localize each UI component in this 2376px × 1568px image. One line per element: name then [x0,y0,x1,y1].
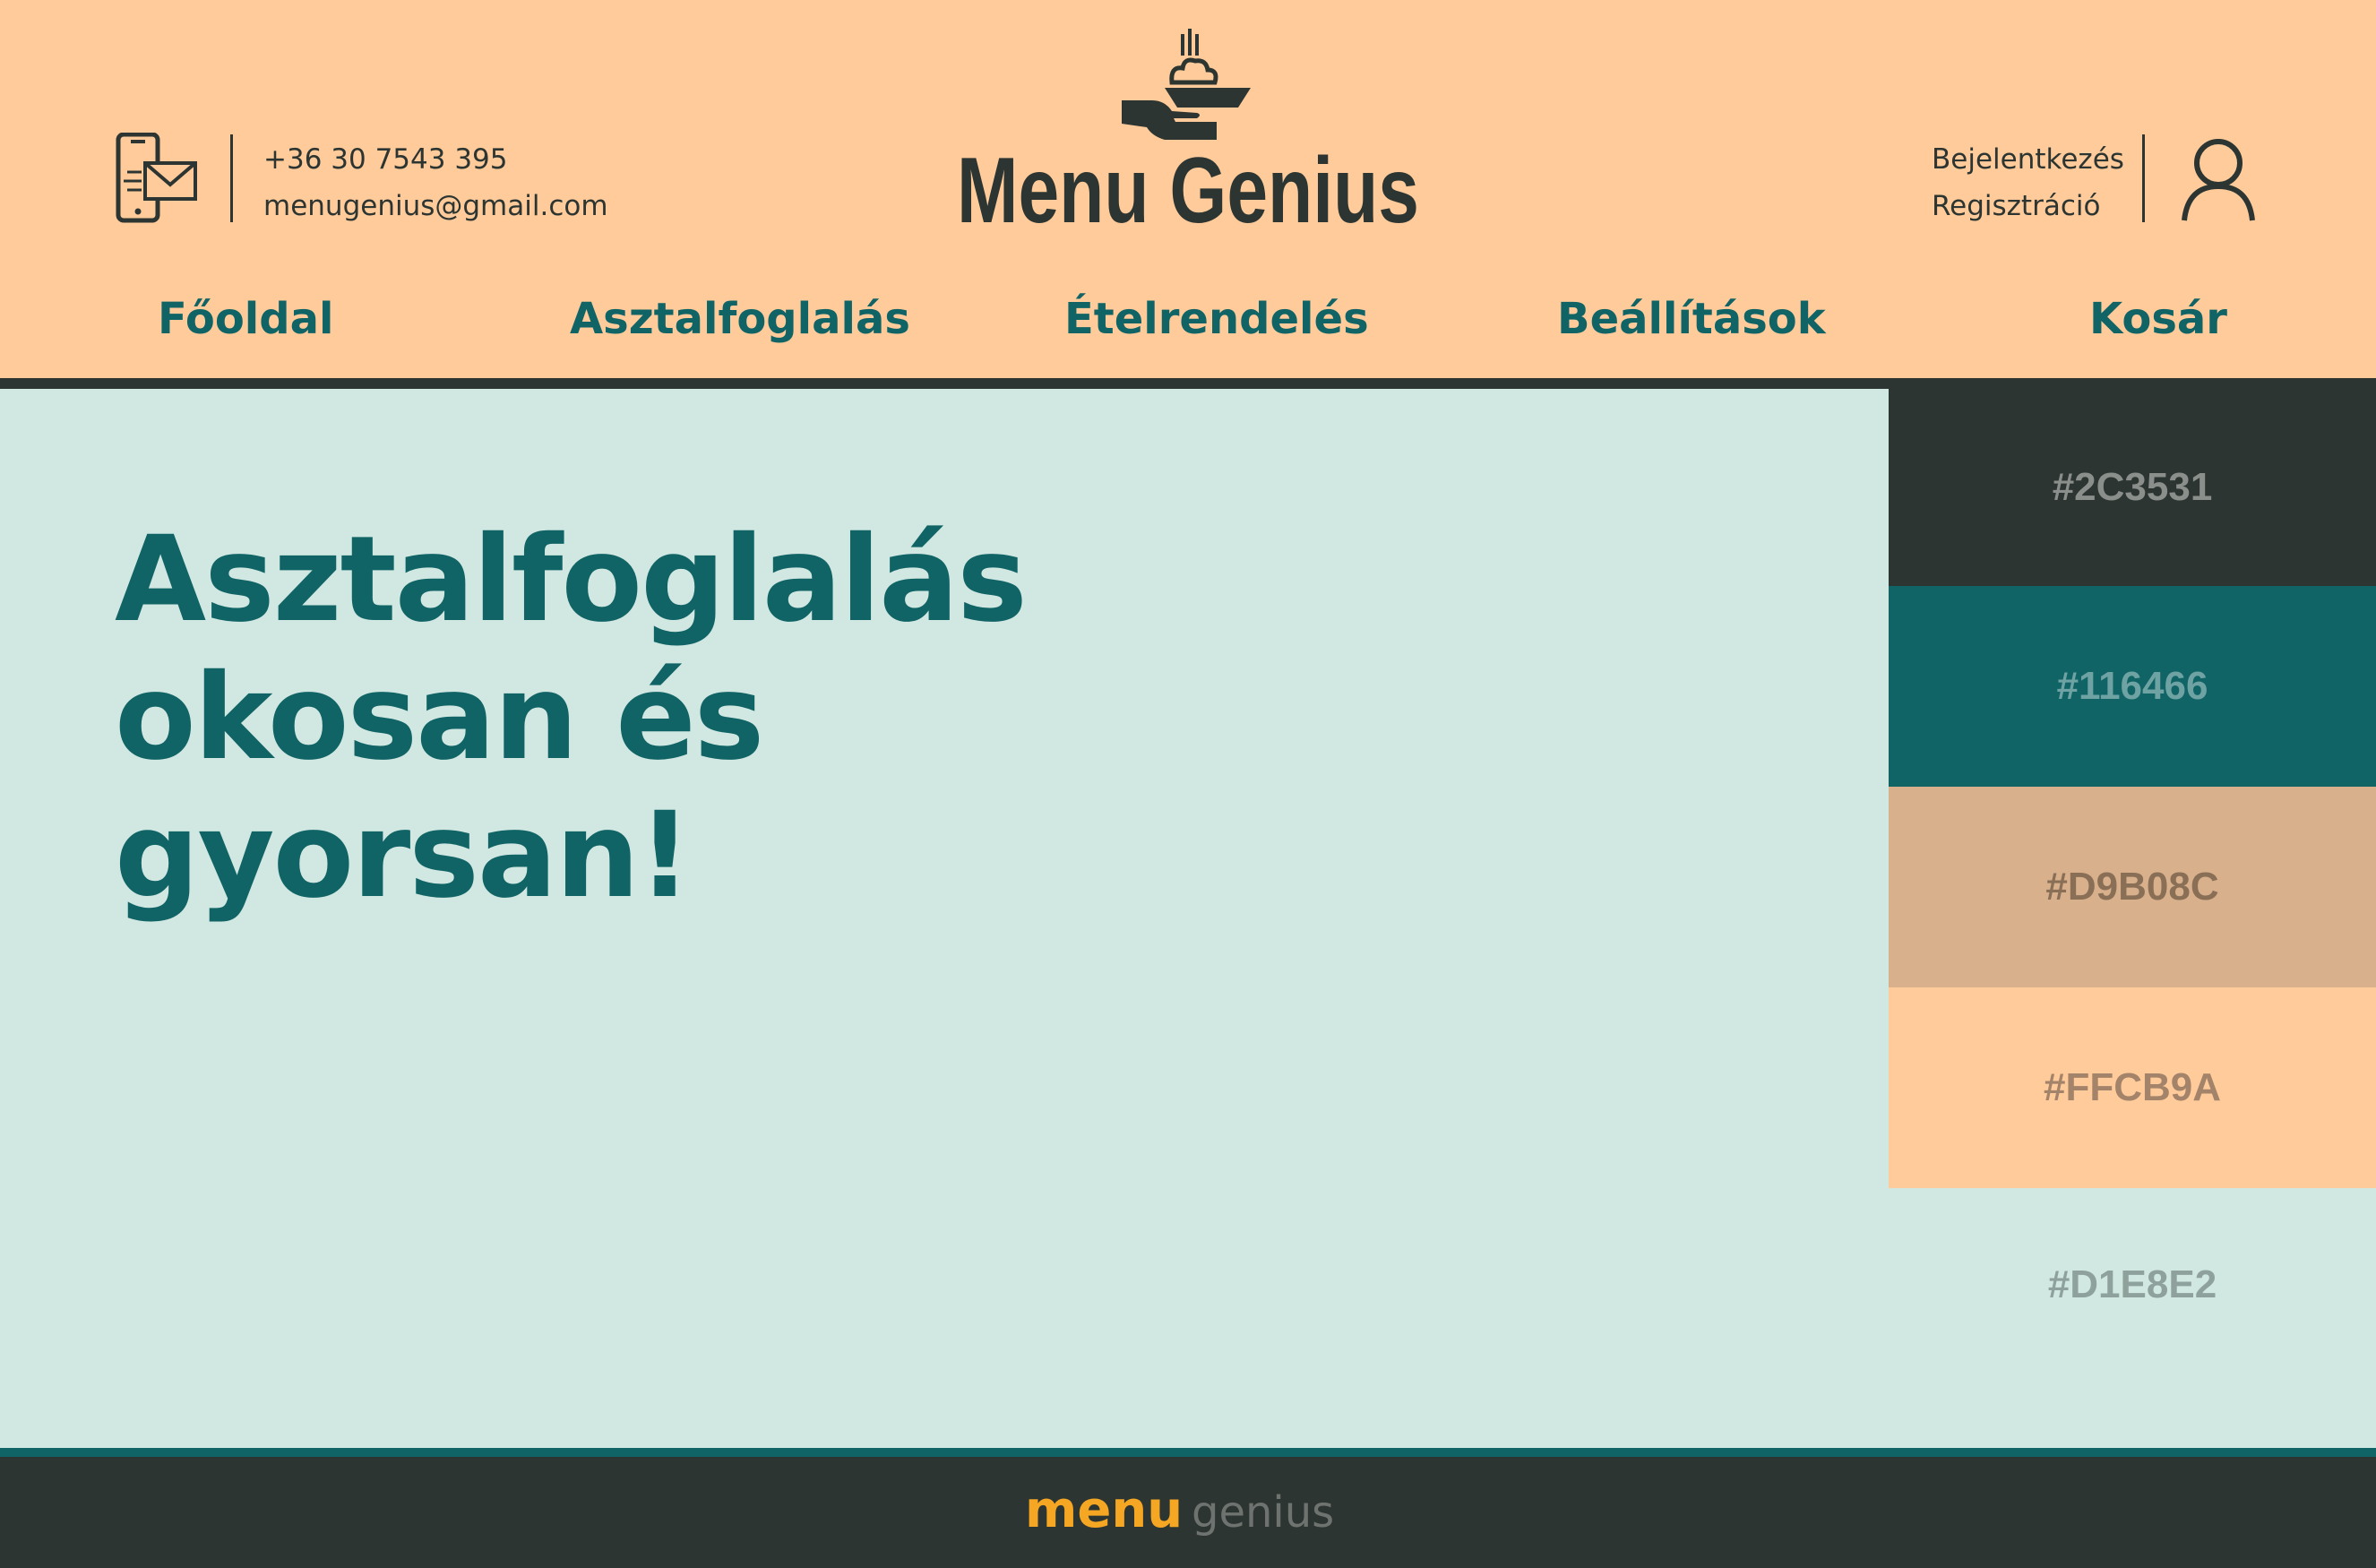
hero-line-1: Asztalfoglalás [115,511,1028,649]
swatch-dark: #2C3531 [1889,389,2376,586]
contact-divider [230,134,233,222]
phone-number[interactable]: +36 30 7543 395 [263,136,608,183]
swatch-label: #D9B08C [2045,865,2219,909]
header-divider [0,378,2376,389]
footer-divider [0,1448,2376,1457]
nav-table-booking[interactable]: Asztalfoglalás [570,289,910,349]
swatch-label: #2C3531 [2052,465,2213,509]
swatch-label: #D1E8E2 [2047,1262,2217,1306]
nav-home[interactable]: Főoldal [158,289,333,349]
swatch-teal: #116466 [1889,586,2376,787]
footer-logo-genius: genius [1192,1487,1334,1538]
footer-logo-menu: menu [1025,1481,1183,1539]
footer-logo[interactable]: menu genius [1021,1480,1362,1543]
auth-divider [2142,134,2145,222]
brand-logo[interactable]: Menu Genius [955,142,1421,231]
nav-settings[interactable]: Beállítások [1557,289,1826,349]
register-link[interactable]: Regisztráció [1932,183,2124,229]
swatch-peach: #FFCB9A [1889,987,2376,1188]
hero-line-2: okosan és [115,649,764,787]
phone-mail-icon [116,133,197,223]
login-link[interactable]: Bejelentkezés [1932,136,2124,183]
swatch-mint: #D1E8E2 [1889,1188,2376,1382]
auth-links: Bejelentkezés Regisztráció [1932,136,2124,229]
email-address[interactable]: menugenius@gmail.com [263,183,608,229]
swatch-tan: #D9B08C [1889,787,2376,987]
contact-info: +36 30 7543 395 menugenius@gmail.com [263,136,608,229]
swatch-label: #FFCB9A [2043,1065,2222,1109]
brand-name: Menu Genius [957,142,1419,231]
swatch-label: #116466 [2056,664,2208,708]
serving-hand-icon [1122,29,1251,140]
nav-food-order[interactable]: Ételrendelés [1064,289,1369,349]
hero-heading: Asztalfoglalás okosan és gyorsan! [115,511,1100,925]
nav-cart[interactable]: Kosár [2089,289,2227,349]
hero-line-3: gyorsan! [115,787,692,925]
user-icon[interactable] [2181,136,2256,222]
